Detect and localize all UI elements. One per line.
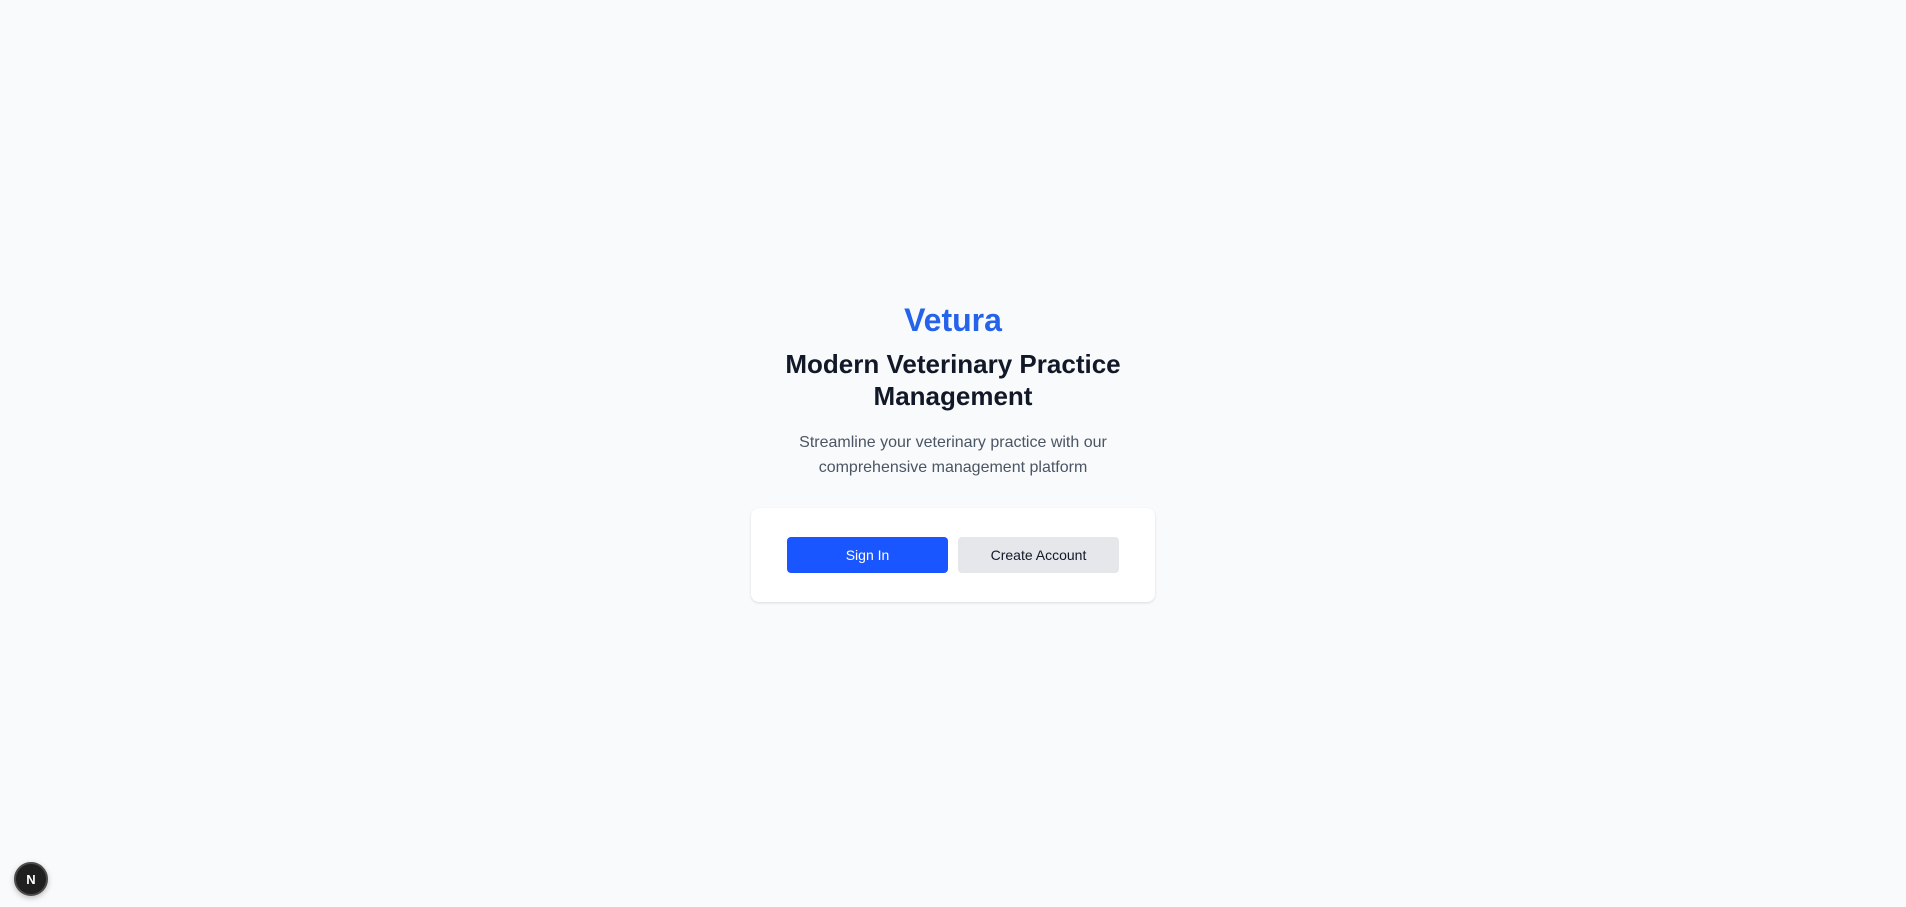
brand-name: Vetura [904, 302, 1002, 338]
sign-in-button[interactable]: Sign In [787, 537, 948, 573]
landing-page: Vetura Modern Veterinary Practice Manage… [0, 0, 1906, 907]
nextjs-dev-badge[interactable]: N [14, 862, 48, 896]
auth-card: Sign In Create Account [751, 508, 1155, 602]
create-account-button[interactable]: Create Account [958, 537, 1119, 573]
nextjs-logo-icon: N [26, 871, 36, 887]
page-title: Modern Veterinary Practice Management [785, 349, 1121, 411]
hero-section: Vetura Modern Veterinary Practice Manage… [0, 300, 1906, 602]
page-subtitle: Streamline your veterinary practice with… [799, 434, 1107, 476]
